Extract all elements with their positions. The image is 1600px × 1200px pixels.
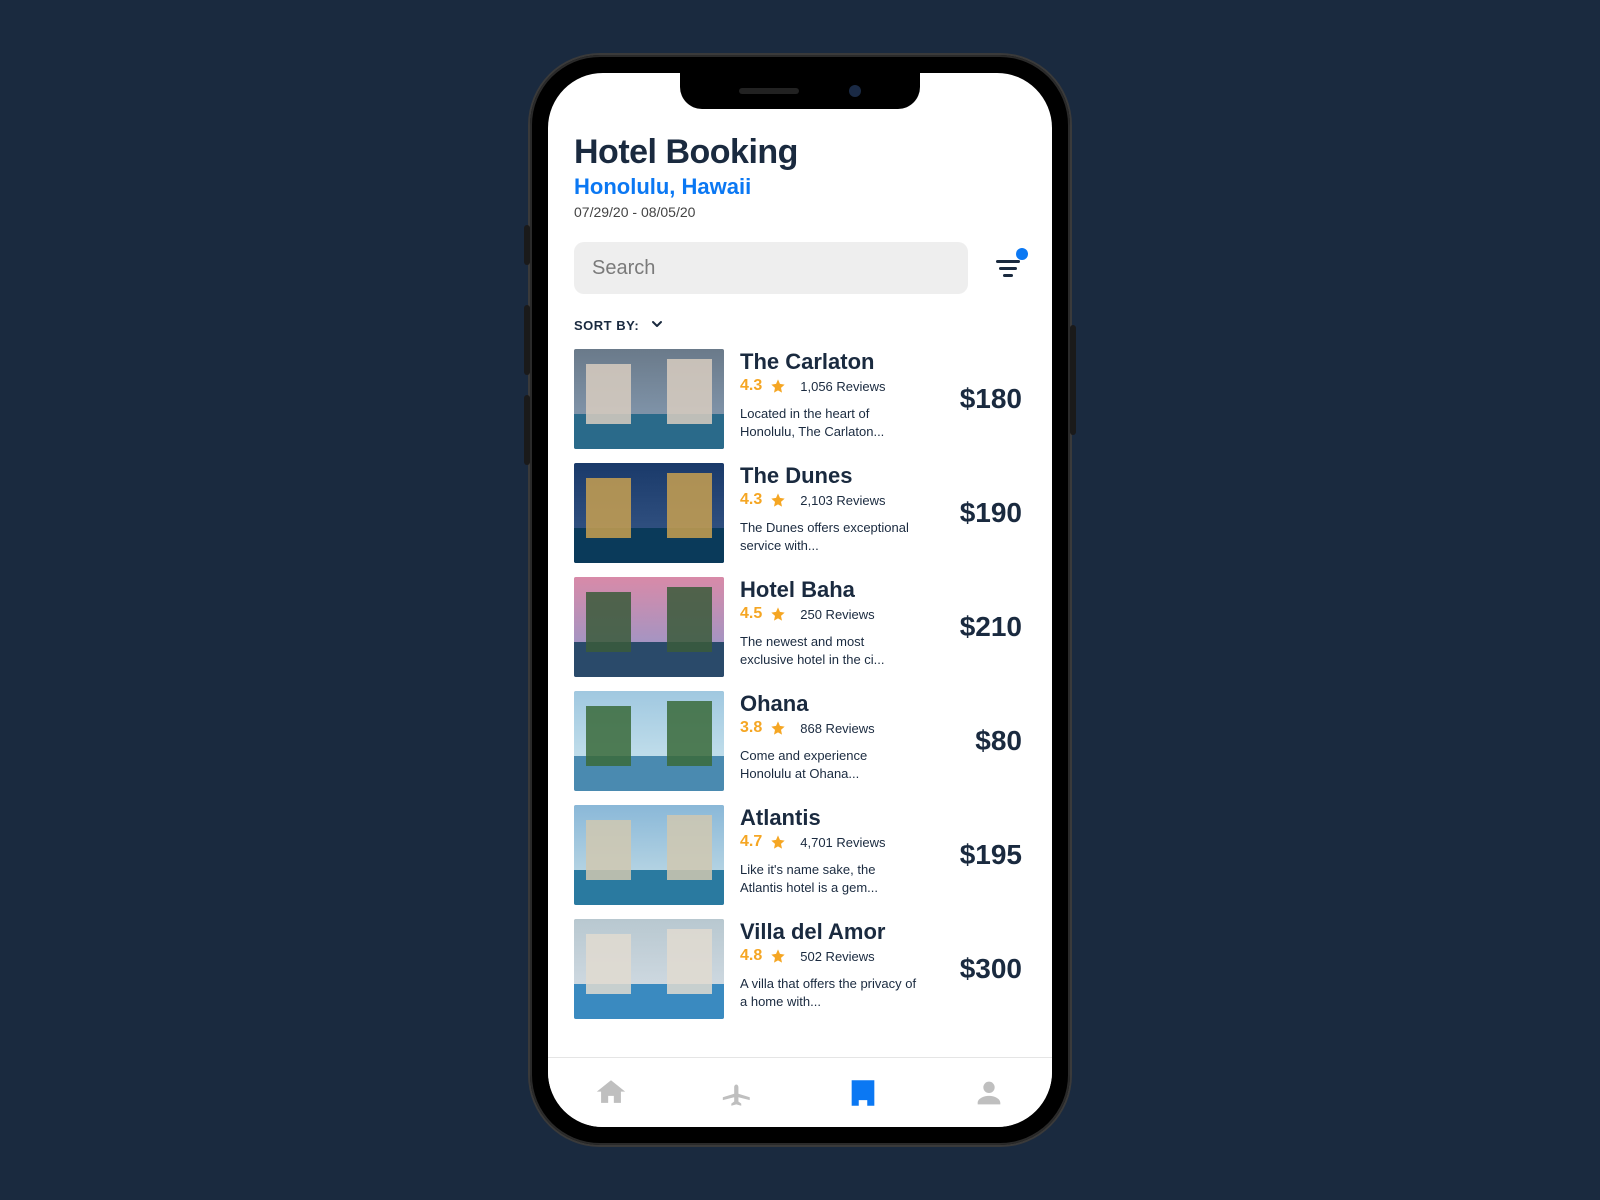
hotel-description: Come and experience Honolulu at Ohana... xyxy=(740,747,920,782)
location-label[interactable]: Honolulu, Hawaii xyxy=(574,174,1026,200)
hotel-thumbnail xyxy=(574,919,724,1019)
hotel-price: $210 xyxy=(960,611,1026,643)
hotel-price: $190 xyxy=(960,497,1026,529)
filter-icon xyxy=(999,267,1017,270)
phone-frame: Hotel Booking Honolulu, Hawaii 07/29/20 … xyxy=(530,55,1070,1145)
content-area: Hotel Booking Honolulu, Hawaii 07/29/20 … xyxy=(548,73,1052,1057)
hotel-thumbnail xyxy=(574,463,724,563)
hotel-card[interactable]: Ohana 3.8 868 Reviews Come and experienc… xyxy=(574,691,1026,791)
phone-side-button xyxy=(524,225,530,265)
phone-side-button xyxy=(1070,325,1076,435)
filter-active-dot xyxy=(1016,248,1028,260)
tab-profile[interactable] xyxy=(969,1073,1009,1113)
hotel-description: Like it's name sake, the Atlantis hotel … xyxy=(740,861,920,896)
filter-icon xyxy=(996,260,1020,263)
tab-flights[interactable] xyxy=(717,1073,757,1113)
hotel-description: Located in the heart of Honolulu, The Ca… xyxy=(740,405,920,440)
hotel-card[interactable]: The Carlaton 4.3 1,056 Reviews Located i… xyxy=(574,349,1026,449)
search-input[interactable] xyxy=(574,242,968,294)
hotel-reviews: 250 Reviews xyxy=(800,607,874,622)
star-icon xyxy=(770,948,786,964)
hotel-description: The newest and most exclusive hotel in t… xyxy=(740,633,920,668)
chevron-down-icon xyxy=(649,316,665,335)
hotel-reviews: 4,701 Reviews xyxy=(800,835,885,850)
hotel-list: The Carlaton 4.3 1,056 Reviews Located i… xyxy=(574,349,1026,1019)
star-icon xyxy=(770,378,786,394)
tab-bar xyxy=(548,1057,1052,1127)
hotel-name: The Carlaton xyxy=(740,349,944,375)
phone-side-button xyxy=(524,395,530,465)
tab-hotels[interactable] xyxy=(843,1073,883,1113)
hotel-reviews: 868 Reviews xyxy=(800,721,874,736)
hotel-name: Atlantis xyxy=(740,805,944,831)
hotel-description: A villa that offers the privacy of a hom… xyxy=(740,975,920,1010)
hotel-rating: 4.3 xyxy=(740,491,762,509)
phone-notch xyxy=(680,73,920,109)
hotel-name: Villa del Amor xyxy=(740,919,944,945)
hotel-rating: 3.8 xyxy=(740,719,762,737)
hotel-price: $80 xyxy=(975,725,1026,757)
hotel-name: Hotel Baha xyxy=(740,577,944,603)
tab-home[interactable] xyxy=(591,1073,631,1113)
sort-by-dropdown[interactable]: SORT BY: xyxy=(574,316,1026,335)
page-title: Hotel Booking xyxy=(574,133,1026,172)
app-screen: Hotel Booking Honolulu, Hawaii 07/29/20 … xyxy=(548,73,1052,1127)
hotel-name: The Dunes xyxy=(740,463,944,489)
hotel-card[interactable]: Atlantis 4.7 4,701 Reviews Like it's nam… xyxy=(574,805,1026,905)
hotel-reviews: 502 Reviews xyxy=(800,949,874,964)
hotel-rating: 4.8 xyxy=(740,947,762,965)
star-icon xyxy=(770,606,786,622)
hotel-name: Ohana xyxy=(740,691,959,717)
date-range: 07/29/20 - 08/05/20 xyxy=(574,204,1026,220)
hotel-rating: 4.7 xyxy=(740,833,762,851)
hotel-rating: 4.3 xyxy=(740,377,762,395)
hotel-thumbnail xyxy=(574,349,724,449)
filter-button[interactable] xyxy=(990,250,1026,286)
hotel-card[interactable]: Hotel Baha 4.5 250 Reviews The newest an… xyxy=(574,577,1026,677)
star-icon xyxy=(770,834,786,850)
star-icon xyxy=(770,720,786,736)
hotel-thumbnail xyxy=(574,805,724,905)
hotel-card[interactable]: Villa del Amor 4.8 502 Reviews A villa t… xyxy=(574,919,1026,1019)
hotel-thumbnail xyxy=(574,577,724,677)
star-icon xyxy=(770,492,786,508)
sort-by-label: SORT BY: xyxy=(574,318,639,333)
filter-icon xyxy=(1003,274,1013,277)
hotel-thumbnail xyxy=(574,691,724,791)
hotel-price: $195 xyxy=(960,839,1026,871)
phone-side-button xyxy=(524,305,530,375)
hotel-card[interactable]: The Dunes 4.3 2,103 Reviews The Dunes of… xyxy=(574,463,1026,563)
hotel-description: The Dunes offers exceptional service wit… xyxy=(740,519,920,554)
hotel-rating: 4.5 xyxy=(740,605,762,623)
hotel-price: $180 xyxy=(960,383,1026,415)
hotel-price: $300 xyxy=(960,953,1026,985)
hotel-reviews: 2,103 Reviews xyxy=(800,493,885,508)
hotel-reviews: 1,056 Reviews xyxy=(800,379,885,394)
